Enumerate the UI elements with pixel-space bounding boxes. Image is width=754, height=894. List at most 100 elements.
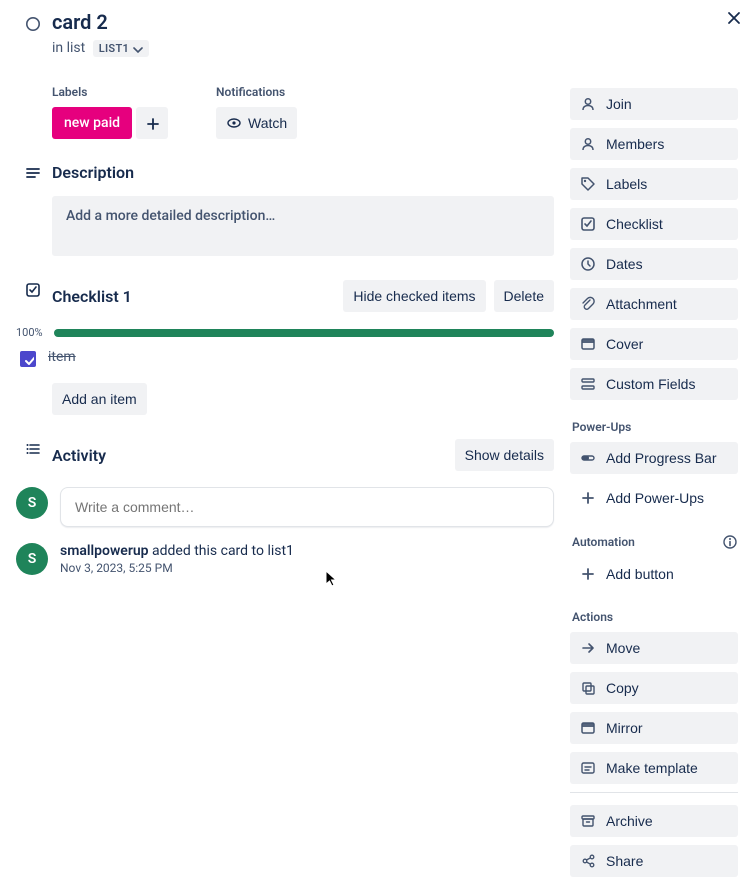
- hide-checked-button[interactable]: Hide checked items: [343, 280, 485, 312]
- watch-button[interactable]: Watch: [216, 107, 297, 139]
- add-checklist-item-button[interactable]: Add an item: [52, 383, 147, 415]
- custom-fields-label: Custom Fields: [606, 376, 695, 392]
- labels-block: Labels new paid: [52, 85, 168, 139]
- add-label-button[interactable]: [136, 107, 168, 139]
- checkmark-icon: [23, 354, 34, 365]
- checklist-button[interactable]: Checklist: [570, 208, 738, 240]
- share-icon: [580, 853, 596, 869]
- attachment-label: Attachment: [606, 296, 677, 312]
- activity-avatar[interactable]: S: [16, 543, 48, 575]
- actions-heading: Actions: [572, 610, 738, 624]
- mirror-button[interactable]: Mirror: [570, 712, 738, 744]
- archive-icon: [580, 813, 596, 829]
- powerups-heading: Power-Ups: [572, 420, 738, 434]
- description-icon: [25, 165, 43, 183]
- close-button[interactable]: [720, 4, 748, 32]
- dates-button[interactable]: Dates: [570, 248, 738, 280]
- labels-button[interactable]: Labels: [570, 168, 738, 200]
- cover-label: Cover: [606, 336, 643, 352]
- archive-button[interactable]: Archive: [570, 805, 738, 837]
- description-input[interactable]: Add a more detailed description…: [52, 196, 554, 256]
- archive-label: Archive: [606, 813, 653, 829]
- close-icon: [726, 10, 742, 26]
- comment-input[interactable]: [60, 487, 554, 527]
- card-sidebar: Join Members Labels Checklist Dates Attachmen…: [570, 8, 738, 885]
- in-list-row: in list LIST1: [52, 40, 554, 57]
- info-icon: [722, 534, 738, 550]
- labels-label: Labels: [606, 176, 647, 192]
- copy-icon: [580, 680, 596, 696]
- add-button-button[interactable]: Add button: [570, 558, 738, 590]
- activity-author[interactable]: smallpowerup: [60, 543, 149, 559]
- copy-button[interactable]: Copy: [570, 672, 738, 704]
- paperclip-icon: [580, 296, 596, 312]
- delete-checklist-button[interactable]: Delete: [494, 280, 554, 312]
- checklist-title[interactable]: Checklist 1: [52, 287, 132, 306]
- check-icon: [580, 216, 596, 232]
- eye-icon: [226, 115, 242, 131]
- watch-label: Watch: [248, 115, 287, 131]
- clock-icon: [580, 256, 596, 272]
- automation-heading: Automation: [572, 535, 635, 549]
- checklist-item[interactable]: item: [20, 349, 554, 367]
- checklist-progress-bar: [54, 329, 554, 337]
- automation-info-button[interactable]: [722, 534, 738, 550]
- plus-icon: [580, 490, 596, 506]
- members-label: Members: [606, 136, 664, 152]
- share-label: Share: [606, 853, 643, 869]
- current-user-avatar[interactable]: S: [16, 487, 48, 519]
- activity-text: smallpowerup added this card to list1: [60, 543, 294, 559]
- notifications-block: Notifications Watch: [216, 85, 297, 139]
- show-details-button[interactable]: Show details: [455, 439, 554, 471]
- tag-icon: [580, 176, 596, 192]
- copy-label: Copy: [606, 680, 639, 696]
- cover-icon: [580, 720, 596, 736]
- arrow-right-icon: [580, 640, 596, 656]
- description-title: Description: [52, 163, 134, 182]
- sidebar-separator: [570, 792, 738, 793]
- checklist-item-label: item: [48, 349, 76, 365]
- add-powerups-button[interactable]: Add Power-Ups: [570, 482, 738, 514]
- plus-icon: [145, 116, 159, 130]
- add-button-label: Add button: [606, 566, 674, 582]
- activity-time[interactable]: Nov 3, 2023, 5:25 PM: [60, 561, 294, 575]
- share-button[interactable]: Share: [570, 845, 738, 877]
- members-button[interactable]: Members: [570, 128, 738, 160]
- activity-title: Activity: [52, 446, 106, 465]
- user-icon: [580, 136, 596, 152]
- notifications-heading: Notifications: [216, 85, 297, 99]
- card-title[interactable]: card 2: [52, 10, 554, 34]
- checklist-icon: [25, 282, 43, 300]
- user-icon: [580, 96, 596, 112]
- join-label: Join: [606, 96, 632, 112]
- make-template-button[interactable]: Make template: [570, 752, 738, 784]
- label-pill[interactable]: new paid: [52, 107, 132, 139]
- list-name: LIST1: [99, 42, 129, 55]
- card-dialog: card 2 in list LIST1 Labels new paid: [0, 0, 754, 894]
- labels-heading: Labels: [52, 85, 168, 99]
- make-template-label: Make template: [606, 760, 698, 776]
- dates-label: Dates: [606, 256, 643, 272]
- add-progress-bar-label: Add Progress Bar: [606, 450, 717, 466]
- activity-entry: Ssmallpowerup added this card to list1 No…: [16, 543, 554, 575]
- progress-icon: [580, 450, 596, 466]
- cover-icon: [580, 336, 596, 352]
- move-label: Move: [606, 640, 640, 656]
- custom-fields-button[interactable]: Custom Fields: [570, 368, 738, 400]
- attachment-button[interactable]: Attachment: [570, 288, 738, 320]
- mirror-label: Mirror: [606, 720, 643, 736]
- in-list-prefix: in list: [52, 40, 85, 56]
- cover-button[interactable]: Cover: [570, 328, 738, 360]
- list-chip[interactable]: LIST1: [93, 40, 149, 57]
- fields-icon: [580, 376, 596, 392]
- add-powerups-label: Add Power-Ups: [606, 490, 704, 506]
- checklist-item-checkbox[interactable]: [20, 351, 36, 367]
- add-progress-bar-button[interactable]: Add Progress Bar: [570, 442, 738, 474]
- activity-icon: [25, 441, 43, 459]
- checklist-label: Checklist: [606, 216, 663, 232]
- plus-icon: [580, 566, 596, 582]
- move-button[interactable]: Move: [570, 632, 738, 664]
- template-icon: [580, 760, 596, 776]
- chevron-down-icon: [131, 43, 143, 55]
- join-button[interactable]: Join: [570, 88, 738, 120]
